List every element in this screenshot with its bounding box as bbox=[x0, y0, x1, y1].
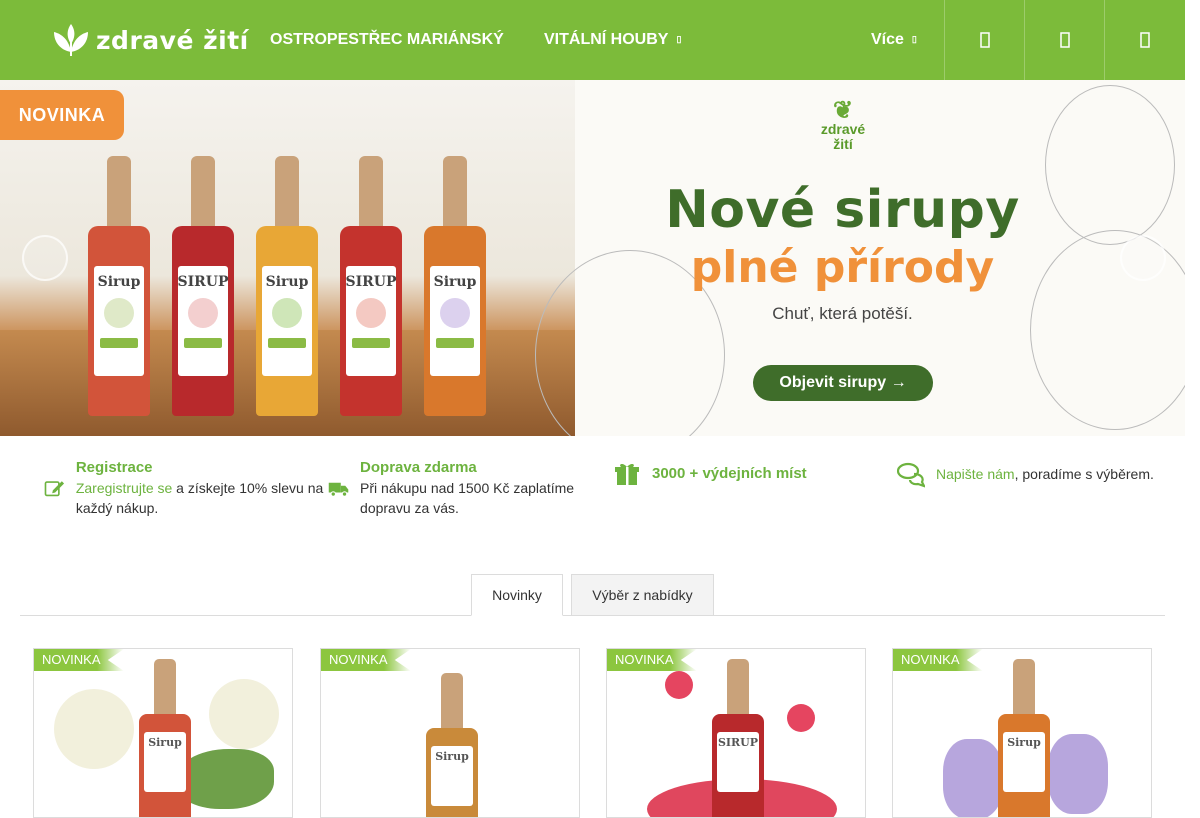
discover-syrups-button[interactable]: Objevit sirupy → bbox=[753, 365, 933, 401]
benefit-title: 3000 + výdejních míst bbox=[652, 465, 807, 482]
nav-ostropestrec[interactable]: OSTROPESTŘEC MARIÁNSKÝ bbox=[270, 31, 504, 49]
banner-bottle: Sirup bbox=[424, 156, 486, 416]
benefit-title: Doprava zdarma bbox=[360, 459, 477, 476]
slider-prev-button[interactable] bbox=[22, 235, 68, 281]
leaf-logo-icon bbox=[54, 24, 88, 56]
chat-icon bbox=[897, 462, 925, 488]
benefit-title: Registrace bbox=[75, 459, 153, 476]
banner-subtitle: Chuť, která potěší. bbox=[772, 304, 913, 323]
novinka-badge: NOVINKA bbox=[893, 649, 983, 671]
novinka-badge: NOVINKA bbox=[34, 649, 124, 671]
elderflower-decor bbox=[54, 689, 134, 769]
chevron-down-icon: ▯ bbox=[911, 34, 917, 44]
product-bottle-label: Sirup bbox=[431, 746, 473, 806]
benefit-registration: Registrace Zaregistrujte se a získejte 1… bbox=[44, 458, 324, 518]
gift-icon bbox=[615, 463, 639, 485]
chevron-down-icon: ▯ bbox=[676, 34, 682, 44]
hero-banner[interactable]: Sirup SIRUP Sirup SIRUP Sirup NOVINKA ❦ … bbox=[0, 80, 1185, 436]
banner-logo-line2: žití bbox=[833, 136, 853, 152]
product-card[interactable]: Sirup NOVINKA bbox=[892, 648, 1152, 818]
nav-label: VITÁLNÍ HOUBY bbox=[544, 31, 669, 48]
raspberry-decor bbox=[665, 671, 693, 699]
elderflower-decor bbox=[209, 679, 279, 749]
site-header: zdravé žití OSTROPESTŘEC MARIÁNSKÝ VITÁL… bbox=[0, 0, 1185, 80]
user-button[interactable] bbox=[1024, 0, 1104, 80]
benefit-contact: Napište nám, poradíme s výběrem. bbox=[897, 458, 1167, 488]
bottle-label: Sirup bbox=[265, 274, 309, 290]
banner-headline: Nové sirupy bbox=[665, 180, 1020, 240]
bottle-label: Sirup bbox=[97, 274, 141, 290]
user-icon bbox=[1059, 32, 1070, 48]
cart-button[interactable] bbox=[1104, 0, 1184, 80]
nav-vice[interactable]: Více ▯ bbox=[871, 31, 917, 49]
edit-icon bbox=[44, 481, 65, 497]
bottle-label: SIRUP bbox=[345, 274, 397, 290]
nav-label: Více bbox=[871, 31, 904, 48]
site-logo[interactable]: zdravé žití bbox=[50, 22, 249, 58]
search-icon bbox=[979, 32, 990, 48]
cart-icon bbox=[1139, 32, 1150, 48]
banner-photo: Sirup SIRUP Sirup SIRUP Sirup NOVINKA bbox=[0, 80, 575, 436]
nav-label: OSTROPESTŘEC MARIÁNSKÝ bbox=[270, 31, 504, 48]
tab-novinky[interactable]: Novinky bbox=[471, 574, 563, 616]
banner-bottle: Sirup bbox=[256, 156, 318, 416]
product-card[interactable]: Sirup NOVINKA bbox=[33, 648, 293, 818]
lavender-decor bbox=[1048, 734, 1108, 814]
novinka-badge: NOVINKA bbox=[607, 649, 697, 671]
banner-bottle: Sirup bbox=[88, 156, 150, 416]
register-link[interactable]: Zaregistrujte se bbox=[76, 480, 172, 496]
tab-vyber-z-nabidky[interactable]: Výběr z nabídky bbox=[571, 574, 714, 616]
search-button[interactable] bbox=[944, 0, 1024, 80]
contact-link[interactable]: Napište nám bbox=[936, 466, 1015, 482]
bottle-label: Sirup bbox=[433, 274, 477, 290]
product-bottle-label: SIRUP bbox=[717, 732, 759, 792]
benefit-text: Při nákupu nad 1500 Kč zaplatíme dopravu… bbox=[360, 480, 575, 516]
product-image: Sirup bbox=[426, 673, 478, 817]
product-card[interactable]: Sirup NOVINKA bbox=[320, 648, 580, 818]
banner-text-area: ❦ zdravé žití Nové sirupy plné přírody C… bbox=[535, 80, 1185, 436]
nav-vitalni-houby[interactable]: VITÁLNÍ HOUBY ▯ bbox=[544, 31, 681, 49]
lavender-decor bbox=[943, 739, 1003, 817]
benefit-text: , poradíme s výběrem. bbox=[1014, 466, 1154, 482]
banner-bottle: SIRUP bbox=[340, 156, 402, 416]
product-image: Sirup bbox=[998, 659, 1050, 817]
bottle-label: SIRUP bbox=[177, 274, 229, 290]
product-image: Sirup bbox=[139, 659, 191, 817]
novinka-badge: NOVINKA bbox=[321, 649, 411, 671]
raspberry-decor bbox=[787, 704, 815, 732]
leaf-icon: ❦ bbox=[832, 97, 854, 124]
banner-logo-line1: zdravé bbox=[820, 121, 866, 137]
logo-text: zdravé žití bbox=[96, 25, 249, 55]
benefit-pickup-points: 3000 + výdejních míst bbox=[613, 458, 873, 488]
product-bottle-label: Sirup bbox=[144, 732, 186, 792]
banner-bottle: SIRUP bbox=[172, 156, 234, 416]
benefit-free-shipping: Doprava zdarma Při nákupu nad 1500 Kč za… bbox=[328, 458, 598, 518]
product-image: SIRUP bbox=[712, 659, 764, 817]
banner-headline-2: plné přírody bbox=[690, 242, 995, 293]
banner-logo: ❦ zdravé žití bbox=[813, 97, 873, 152]
product-bottle-label: Sirup bbox=[1003, 732, 1045, 792]
novinka-badge: NOVINKA bbox=[0, 90, 124, 140]
slider-next-button[interactable] bbox=[1120, 235, 1166, 281]
product-card[interactable]: SIRUP NOVINKA bbox=[606, 648, 866, 818]
truck-icon bbox=[328, 482, 349, 497]
